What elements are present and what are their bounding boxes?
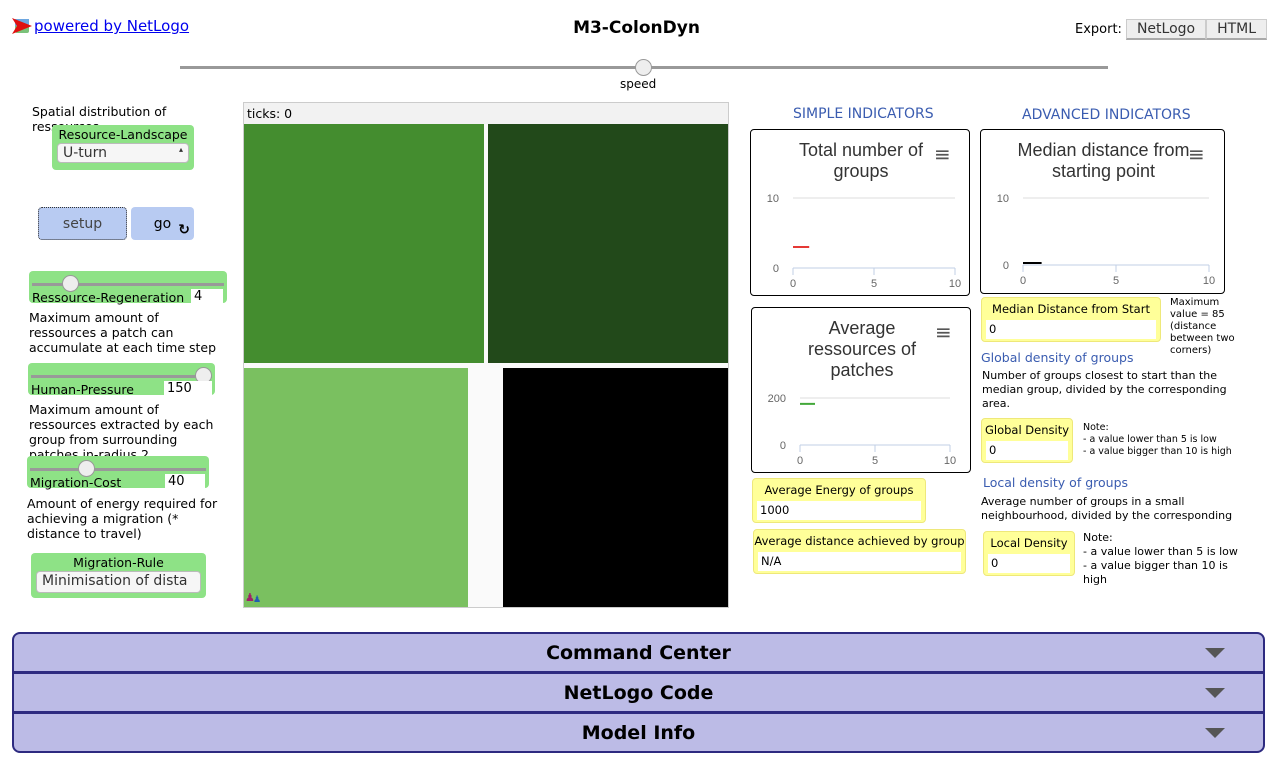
export-html-button[interactable]: HTML	[1206, 19, 1268, 40]
migcost-label: Migration-Cost	[30, 475, 122, 490]
median-note: Maximum value = 85 (distance between two…	[1170, 297, 1235, 356]
y-tick-label: 10	[997, 193, 1009, 205]
monitor-label: Local Density	[990, 536, 1068, 550]
tab-command-center[interactable]: Command Center	[12, 632, 1265, 673]
plot-canvas: 0 5 10 0 10	[767, 193, 961, 290]
tab-label: NetLogo Code	[563, 681, 714, 704]
global-density-desc: Number of groups closest to start than t…	[982, 369, 1227, 410]
x-tick-label: 0	[797, 455, 803, 467]
monitor-value: 0	[986, 441, 1068, 460]
chevron-down-icon	[1205, 728, 1225, 738]
tab-netlogo-code[interactable]: NetLogo Code	[12, 672, 1265, 713]
x-tick-label: 10	[949, 278, 961, 290]
person-icon: ♟	[253, 595, 262, 605]
export-label: Export:	[1075, 22, 1122, 37]
advanced-indicators-header: ADVANCED INDICATORS	[1022, 107, 1191, 123]
plot-median-distance: Median distance from starting point ≡ 05…	[980, 129, 1225, 294]
patch-region-top-left	[244, 124, 484, 363]
rule-chooser: Migration-Rule Minimisation of dista	[31, 553, 206, 598]
chevron-down-icon	[1205, 688, 1225, 698]
plot-total-groups: Total number of groups ≡ 0 5 10 0 10	[750, 129, 970, 296]
updown-icon: ▴	[178, 145, 183, 154]
local-density-desc: Average number of groups in a small neig…	[981, 495, 1233, 522]
migcost-slider[interactable]: Migration-Cost 40	[27, 456, 209, 490]
x-tick-label: 5	[871, 278, 877, 290]
local-density-note: Note: - a value lower than 5 is low - a va…	[1083, 531, 1238, 586]
plot-canvas: 0 5 10 0 200	[768, 393, 956, 467]
regen-slider[interactable]: Ressource-Regeneration 4	[29, 271, 227, 305]
local-density-header: Local density of groups	[983, 475, 1129, 490]
patch-region-bottom-left	[244, 368, 468, 607]
setup-button[interactable]: setup	[38, 207, 127, 240]
world-view[interactable]: ticks: 0 ♟ ♟	[243, 102, 729, 608]
x-tick-label: 0	[790, 278, 796, 290]
speed-slider-handle[interactable]	[635, 59, 652, 76]
monitor-label: Global Density	[984, 423, 1070, 437]
y-tick-label: 0	[773, 263, 779, 275]
landscape-value: U-turn	[63, 145, 108, 161]
y-tick-label: 0	[780, 440, 786, 452]
y-tick-label: 10	[767, 193, 779, 205]
export-group: Export: NetLogo HTML	[1075, 19, 1268, 40]
monitor-value: 1000	[757, 501, 921, 520]
plot-canvas: 0 5 10 0 10	[997, 193, 1215, 287]
monitor-label: Average Energy of groups	[764, 483, 914, 497]
landscape-select[interactable]: U-turn ▴	[57, 143, 189, 163]
global-density-monitor: Global Density 0	[981, 418, 1073, 463]
y-tick-label: 200	[768, 393, 786, 405]
monitor-value: N/A	[758, 552, 961, 571]
rule-label: Migration-Rule	[73, 555, 164, 570]
migcost-value[interactable]: 40	[165, 474, 205, 489]
pressure-slider[interactable]: Human-Pressure 150	[28, 363, 215, 397]
y-tick-label: 0	[1003, 260, 1009, 272]
regen-label: Ressource-Regeneration	[32, 290, 185, 305]
pressure-value[interactable]: 150	[164, 381, 212, 396]
ticks-counter: ticks: 0	[247, 106, 293, 121]
avg-distance-monitor: Average distance achieved by group N/A	[753, 529, 966, 574]
global-density-note: Note: - a value lower than 5 is low - a va…	[1083, 422, 1232, 457]
chevron-down-icon	[1205, 648, 1225, 658]
rule-value: Minimisation of dista	[42, 573, 188, 589]
monitor-label: Median Distance from Start	[992, 302, 1150, 316]
pressure-label: Human-Pressure	[31, 382, 134, 397]
plot-avg-ressources: Average ressources of patches ≡ 0 5 10 0 200	[751, 307, 971, 473]
simple-indicators-header: SIMPLE INDICATORS	[793, 106, 934, 122]
monitor-label: Average distance achieved by group	[754, 534, 965, 548]
monitor-value: 0	[988, 554, 1070, 573]
tab-model-info[interactable]: Model Info	[12, 712, 1265, 753]
x-tick-label: 5	[1113, 275, 1119, 287]
regen-value[interactable]: 4	[191, 289, 223, 304]
monitor-value: 0	[986, 320, 1156, 339]
local-density-monitor: Local Density 0	[983, 531, 1075, 576]
go-label: go	[153, 215, 172, 232]
go-button[interactable]: go ↻	[131, 207, 194, 240]
landscape-label: Resource-Landscape	[58, 127, 188, 142]
patch-region-top-right	[488, 124, 728, 363]
avg-energy-monitor: Average Energy of groups 1000	[752, 478, 926, 523]
regen-note: Maximum amount of ressources a patch can…	[29, 310, 217, 355]
tab-label: Model Info	[581, 721, 696, 744]
migcost-note: Amount of energy required for achieving …	[27, 496, 218, 541]
landscape-chooser: Resource-Landscape U-turn ▴	[52, 125, 194, 170]
pressure-note: Maximum amount of ressources extracted b…	[29, 402, 214, 462]
forever-icon: ↻	[178, 222, 190, 238]
median-distance-monitor: 0 Median Distance from Start 0	[981, 297, 1161, 342]
export-netlogo-button[interactable]: NetLogo	[1125, 19, 1207, 40]
x-tick-label: 5	[872, 455, 878, 467]
x-tick-label: 0	[1020, 275, 1026, 287]
speed-label: speed	[620, 77, 657, 91]
global-density-header: Global density of groups	[981, 350, 1134, 365]
patch-region-bottom-right	[503, 368, 728, 607]
rule-select[interactable]: Minimisation of dista	[36, 571, 201, 593]
x-tick-label: 10	[944, 455, 956, 467]
x-tick-label: 10	[1203, 275, 1215, 287]
tab-label: Command Center	[546, 641, 731, 664]
